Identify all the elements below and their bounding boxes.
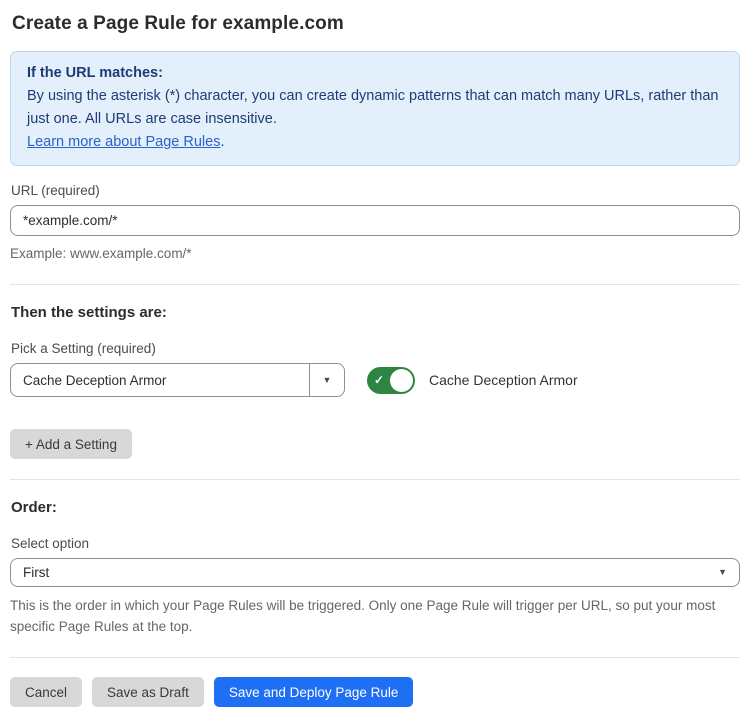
setting-dropdown-arrow-button[interactable]: ▼ <box>309 364 344 396</box>
caret-down-icon: ▼ <box>323 376 332 385</box>
order-select-label: Select option <box>11 536 740 551</box>
save-as-draft-button[interactable]: Save as Draft <box>92 677 204 707</box>
url-input[interactable] <box>10 205 740 236</box>
info-box-heading: If the URL matches: <box>27 62 723 85</box>
info-box-body: By using the asterisk (*) character, you… <box>27 85 723 131</box>
order-helper: This is the order in which your Page Rul… <box>10 595 740 637</box>
order-select-value: First <box>23 565 718 580</box>
info-box-link-line: Learn more about Page Rules. <box>27 131 723 154</box>
url-helper: Example: www.example.com/* <box>10 243 740 264</box>
learn-more-link[interactable]: Learn more about Page Rules <box>27 134 220 150</box>
setting-row: Cache Deception Armor ▼ ✓ Cache Deceptio… <box>10 363 740 397</box>
url-section: URL (required) Example: www.example.com/… <box>10 183 740 264</box>
create-page-rule-form: Create a Page Rule for example.com If th… <box>0 0 750 707</box>
form-actions: Cancel Save as Draft Save and Deploy Pag… <box>10 677 740 707</box>
divider <box>10 657 740 658</box>
setting-picker-label: Pick a Setting (required) <box>11 341 740 356</box>
link-period: . <box>220 134 224 150</box>
order-section: Order: Select option First ▼ This is the… <box>10 499 740 637</box>
save-and-deploy-button[interactable]: Save and Deploy Page Rule <box>214 677 414 707</box>
settings-section: Then the settings are: Pick a Setting (r… <box>10 304 740 459</box>
setting-dropdown-value: Cache Deception Armor <box>11 364 309 396</box>
setting-toggle[interactable]: ✓ <box>367 367 415 394</box>
settings-heading: Then the settings are: <box>11 304 740 321</box>
order-select[interactable]: First ▼ <box>10 558 740 587</box>
order-heading: Order: <box>11 499 740 516</box>
url-label: URL (required) <box>11 183 740 198</box>
divider <box>10 479 740 480</box>
add-setting-button[interactable]: + Add a Setting <box>10 429 132 459</box>
cancel-button[interactable]: Cancel <box>10 677 82 707</box>
setting-dropdown[interactable]: Cache Deception Armor ▼ <box>10 363 345 397</box>
toggle-knob <box>390 369 413 392</box>
divider <box>10 284 740 285</box>
check-icon: ✓ <box>374 374 384 386</box>
url-match-info-box: If the URL matches: By using the asteris… <box>10 51 740 166</box>
page-title: Create a Page Rule for example.com <box>12 13 740 35</box>
setting-toggle-label: Cache Deception Armor <box>429 372 578 388</box>
caret-down-icon: ▼ <box>718 568 727 577</box>
